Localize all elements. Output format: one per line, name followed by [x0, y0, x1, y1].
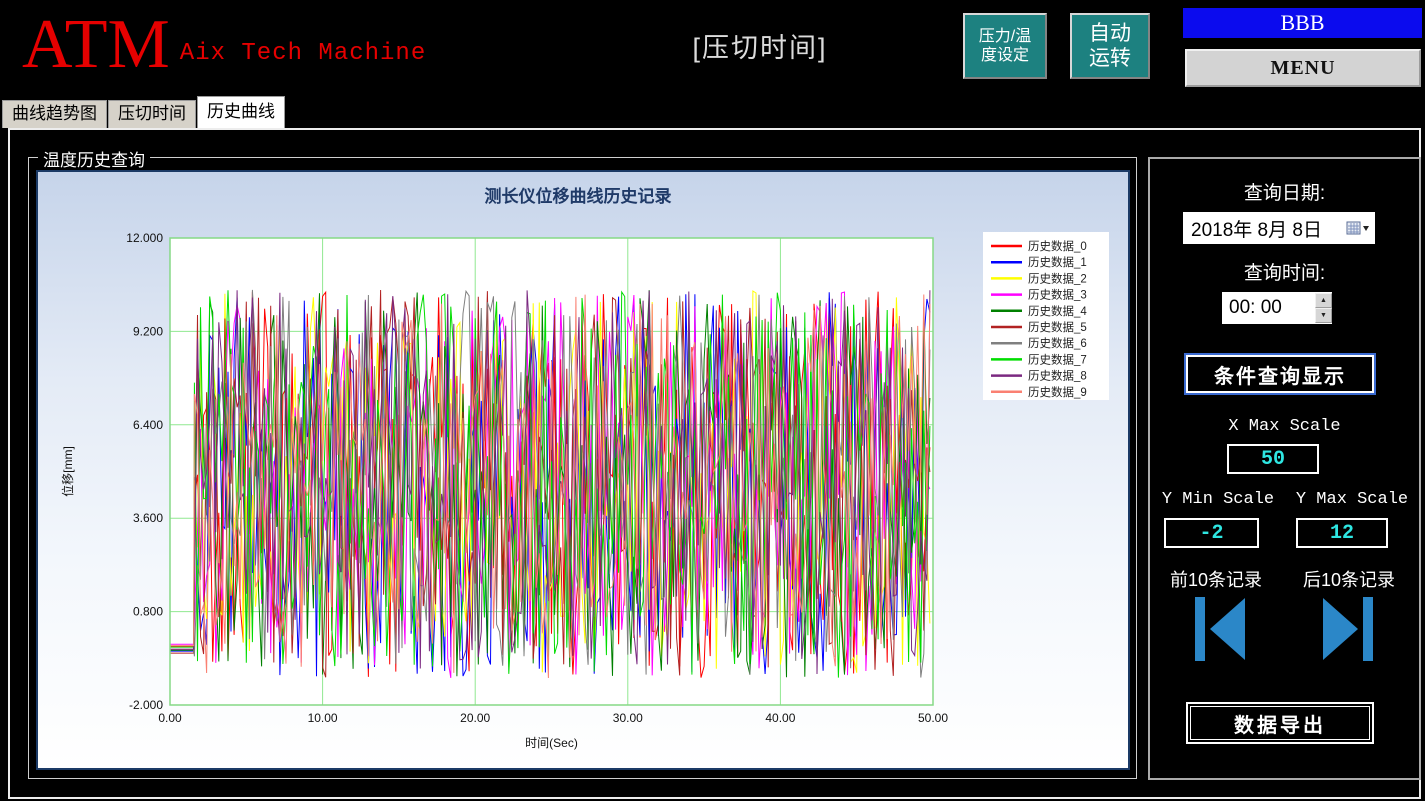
date-picker-field[interactable]: 2018年 8月 8日 — [1183, 212, 1375, 244]
x-tick-label: 40.00 — [765, 711, 795, 725]
tab-curve-trend[interactable]: 曲线趋势图 — [2, 100, 107, 128]
temperature-history-groupbox: 温度历史查询 12.000 9.200 6.400 3.600 0.800 -2.000 0… — [28, 146, 1137, 779]
auto-run-line2: 运转 — [1089, 47, 1131, 70]
legend-label: 历史数据_1 — [1028, 255, 1087, 269]
x-max-scale-label: X Max Scale — [1228, 417, 1341, 436]
y-tick-label: 3.600 — [133, 511, 163, 525]
chart-title: 测长仪位移曲线历史记录 — [485, 186, 672, 206]
history-chart: 12.000 9.200 6.400 3.600 0.800 -2.0000.00 10.0… — [60, 186, 1109, 750]
auto-run-button[interactable]: 自动 运转 — [1070, 13, 1150, 79]
time-value: 00: 00 — [1229, 297, 1282, 318]
x-tick-label: 0.00 — [158, 711, 182, 725]
auto-run-line1: 自动 — [1089, 22, 1131, 45]
conditional-query-button[interactable]: 条件查询显示 — [1186, 355, 1374, 393]
x-max-scale-field[interactable]: 50 — [1227, 444, 1319, 474]
legend-label: 历史数据_3 — [1028, 288, 1087, 302]
app-logo: ATM Aix Tech Machine — [22, 2, 426, 88]
pressure-temp-line2: 度设定 — [980, 47, 1029, 64]
x-axis-title: 时间(Sec) — [525, 736, 578, 750]
y-min-scale-label: Y Min Scale — [1161, 490, 1275, 509]
time-spinner: ▲ ▼ — [1315, 293, 1332, 323]
calendar-dropdown-icon[interactable] — [1346, 221, 1370, 236]
skip-to-last-icon[interactable] — [1317, 597, 1375, 666]
tab-press-cut-time[interactable]: 压切时间 — [108, 100, 196, 128]
status-banner: BBB — [1183, 8, 1422, 38]
groupbox-label: 温度历史查询 — [38, 146, 150, 171]
query-side-panel: 查询日期: 2018年 8月 8日 查询时间: 00: 00 ▲ ▼ 条件查询显… — [1148, 157, 1421, 780]
y-tick-label: 9.200 — [133, 324, 163, 338]
logo-subtitle: Aix Tech Machine — [179, 40, 427, 67]
legend-label: 历史数据_5 — [1028, 320, 1087, 334]
spinner-up-icon[interactable]: ▲ — [1315, 293, 1332, 308]
y-tick-label: 12.000 — [126, 231, 163, 245]
menu-button[interactable]: MENU — [1185, 49, 1421, 87]
x-tick-label: 20.00 — [460, 711, 490, 725]
page-title: [压切时间] — [692, 33, 828, 63]
legend-label: 历史数据_4 — [1028, 304, 1087, 318]
pressure-temp-line1: 压力/温 — [978, 28, 1032, 45]
x-tick-label: 10.00 — [308, 711, 338, 725]
query-time-label: 查询时间: — [1243, 263, 1326, 284]
y-tick-label: 0.800 — [133, 605, 163, 619]
logo-text: ATM — [22, 6, 170, 83]
y-min-scale-field[interactable]: -2 — [1164, 518, 1259, 548]
legend-label: 历史数据_6 — [1028, 336, 1087, 350]
history-chart-container: 12.000 9.200 6.400 3.600 0.800 -2.000 0.00 10.0… — [36, 170, 1130, 770]
y-axis-title: 位移[mm] — [60, 446, 75, 497]
spinner-down-icon[interactable]: ▼ — [1315, 308, 1332, 323]
legend-label: 历史数据_7 — [1028, 352, 1087, 366]
y-max-scale-field[interactable]: 12 — [1296, 518, 1388, 548]
tab-strip: 曲线趋势图 压切时间 历史曲线 — [2, 96, 286, 128]
y-tick-label: -2.000 — [129, 698, 163, 712]
skip-to-first-icon[interactable] — [1193, 597, 1251, 666]
pressure-temp-setting-button[interactable]: 压力/温 度设定 — [963, 13, 1047, 79]
y-max-scale-label: Y Max Scale — [1295, 490, 1409, 509]
tab-history-curve[interactable]: 历史曲线 — [197, 96, 285, 128]
legend-label: 历史数据_9 — [1028, 385, 1087, 399]
next-10-records-label: 后10条记录 — [1302, 570, 1396, 590]
query-date-label: 查询日期: — [1243, 183, 1326, 204]
date-value: 2018年 8月 8日 — [1191, 219, 1322, 241]
legend-label: 历史数据_2 — [1028, 271, 1087, 285]
legend-label: 历史数据_0 — [1028, 239, 1087, 253]
legend-label: 历史数据_8 — [1028, 369, 1087, 383]
y-tick-label: 6.400 — [133, 418, 163, 432]
data-export-button[interactable]: 数据导出 — [1186, 702, 1374, 744]
x-tick-label: 30.00 — [613, 711, 643, 725]
main-panel: 温度历史查询 12.000 9.200 6.400 3.600 0.800 -2.000 0… — [8, 128, 1421, 799]
x-tick-label: 50.00 — [918, 711, 948, 725]
prev-10-records-label: 前10条记录 — [1169, 570, 1263, 590]
